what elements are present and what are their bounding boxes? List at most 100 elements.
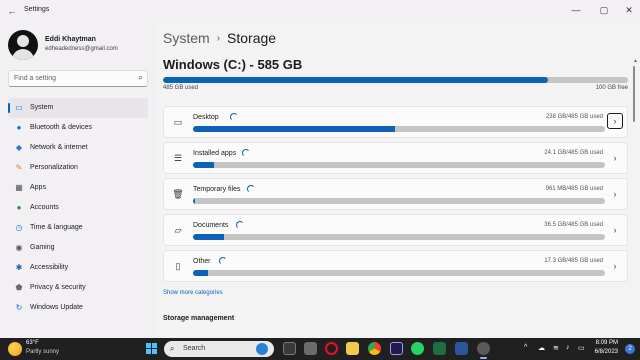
update-icon: ↻ <box>15 303 23 312</box>
breadcrumb-parent[interactable]: System <box>163 30 210 46</box>
taskbar-search-label: Search <box>183 345 206 352</box>
sidebar-item-system[interactable]: ▭ System <box>8 98 148 118</box>
chevron-right-icon[interactable]: › <box>609 152 621 164</box>
sidebar-item-accessibility[interactable]: ✱ Accessibility <box>8 258 148 278</box>
file-explorer-icon[interactable] <box>346 342 359 355</box>
notification-badge[interactable]: 2 <box>625 344 635 354</box>
category-usage-fill <box>193 270 208 276</box>
category-usage-fill <box>193 198 196 204</box>
category-usage-bar <box>193 198 605 204</box>
monitor-icon: ▭ <box>15 103 23 112</box>
category-name: Documents <box>193 222 229 229</box>
sidebar-item-gaming[interactable]: ◉ Gaming <box>8 238 148 258</box>
category-desktop[interactable]: ▭ Desktop 238 GB/485 GB used › <box>163 106 628 138</box>
weather-sun-icon[interactable] <box>8 342 22 356</box>
sidebar-item-label: Personalization <box>30 164 78 171</box>
sidebar-item-apps[interactable]: ▦ Apps <box>8 178 148 198</box>
sidebar-item-label: Windows Update <box>30 304 83 311</box>
globe-clock-icon: ◷ <box>15 223 23 232</box>
category-usage-bar <box>193 234 605 240</box>
category-documents[interactable]: ▱ Documents 36.5 GB/485 GB used › <box>163 214 628 246</box>
chevron-right-icon[interactable]: › <box>609 260 621 272</box>
wifi-icon[interactable]: ≋ <box>553 344 559 352</box>
category-usage-bar <box>193 270 605 276</box>
sidebar-item-accounts[interactable]: ● Accounts <box>8 198 148 218</box>
scrollbar-thumb[interactable] <box>633 66 635 122</box>
category-usage-bar <box>193 162 605 168</box>
sidebar-item-bluetooth[interactable]: ● Bluetooth & devices <box>8 118 148 138</box>
taskbar: 63°F Partly sunny ⌕ Search ^ ☁ ≋ ♪ ▭ 8:0… <box>0 338 640 360</box>
volume-icon[interactable]: ♪ <box>566 344 570 351</box>
sidebar-item-windows-update[interactable]: ↻ Windows Update <box>8 298 148 318</box>
battery-icon[interactable]: ▭ <box>578 344 585 352</box>
sidebar-item-label: Gaming <box>30 244 55 251</box>
category-name: Installed apps <box>193 150 237 157</box>
sidebar-item-personalization[interactable]: ✎ Personalization <box>8 158 148 178</box>
bluetooth-icon: ● <box>16 123 22 132</box>
taskbar-search-box[interactable]: ⌕ Search <box>164 341 274 357</box>
apps-icon: ▦ <box>15 183 23 192</box>
loading-spinner-icon <box>247 185 255 193</box>
chrome-icon[interactable] <box>368 342 381 355</box>
chevron-right-icon[interactable]: › <box>609 224 621 236</box>
avatar[interactable] <box>8 30 38 60</box>
sidebar-item-label: System <box>30 104 54 111</box>
shield-icon: ⬟ <box>15 283 23 292</box>
drive-usage-bar <box>163 77 628 83</box>
category-installed-apps[interactable]: ☰ Installed apps 24.1 GB/485 GB used › <box>163 142 628 174</box>
accessibility-icon: ✱ <box>15 263 23 272</box>
bing-icon[interactable] <box>256 343 268 355</box>
camera-app-icon[interactable] <box>304 342 317 355</box>
page-title: Storage <box>227 30 277 46</box>
weather-temperature[interactable]: 63°F <box>26 340 39 346</box>
sidebar-item-label: Apps <box>30 184 46 191</box>
record-app-icon[interactable] <box>325 342 338 355</box>
category-usage-bar <box>193 126 605 132</box>
word-icon[interactable] <box>455 342 468 355</box>
other-file-icon: ▯ <box>175 261 181 271</box>
category-size: 238 GB/485 GB used <box>545 114 603 120</box>
category-usage-fill <box>193 126 395 132</box>
category-name: Other <box>193 258 211 265</box>
excel-icon[interactable] <box>433 342 446 355</box>
loading-spinner-icon <box>236 221 244 229</box>
maximize-button[interactable]: ▢ <box>594 2 614 18</box>
search-placeholder: Find a setting <box>14 75 57 82</box>
search-input[interactable]: Find a setting ⌕ <box>8 70 148 87</box>
sidebar-nav: ▭ System ● Bluetooth & devices ◆ Network… <box>8 98 148 318</box>
window-title: Settings <box>24 6 50 13</box>
sidebar-item-time-language[interactable]: ◷ Time & language <box>8 218 148 238</box>
premiere-icon[interactable] <box>390 342 403 355</box>
minimize-button[interactable]: — <box>566 2 586 18</box>
loading-spinner-icon <box>230 113 238 121</box>
sidebar-item-network[interactable]: ◆ Network & internet <box>8 138 148 158</box>
sidebar-item-label: Bluetooth & devices <box>30 124 92 131</box>
sidebar-item-label: Accessibility <box>30 264 69 271</box>
trash-icon: 🗑 <box>172 189 184 199</box>
list-icon: ☰ <box>173 153 183 163</box>
show-more-categories-link[interactable]: Show more categories <box>163 290 223 296</box>
category-other[interactable]: ▯ Other 17.3 GB/485 GB used › <box>163 250 628 282</box>
title-bar: ← Settings — ▢ ✕ <box>0 0 640 22</box>
back-arrow-icon[interactable]: ← <box>6 5 18 17</box>
task-view-icon[interactable] <box>283 342 296 355</box>
scroll-up-arrow-icon[interactable]: ▲ <box>633 58 638 64</box>
gamepad-icon: ◉ <box>15 243 23 252</box>
chevron-up-icon[interactable]: ^ <box>524 344 527 351</box>
category-usage-fill <box>193 234 224 240</box>
category-temporary-files[interactable]: 🗑 Temporary files 961 MB/485 GB used › <box>163 178 628 210</box>
search-icon: ⌕ <box>138 73 143 82</box>
onedrive-cloud-icon[interactable]: ☁ <box>538 344 545 352</box>
sidebar-item-privacy[interactable]: ⬟ Privacy & security <box>8 278 148 298</box>
whatsapp-icon[interactable] <box>411 342 424 355</box>
weather-description[interactable]: Partly sunny <box>26 349 59 355</box>
clock-time[interactable]: 8:09 PM <box>596 340 618 346</box>
main-content: System › Storage Windows (C:) - 585 GB 485… <box>156 22 640 338</box>
close-button[interactable]: ✕ <box>619 2 639 18</box>
settings-gear-icon[interactable] <box>477 342 490 359</box>
chevron-right-icon[interactable]: › <box>607 113 623 129</box>
windows-start-icon[interactable] <box>146 343 158 355</box>
breadcrumb-separator-icon: › <box>216 33 221 44</box>
clock-date[interactable]: 6/8/2023 <box>595 349 618 355</box>
chevron-right-icon[interactable]: › <box>609 188 621 200</box>
